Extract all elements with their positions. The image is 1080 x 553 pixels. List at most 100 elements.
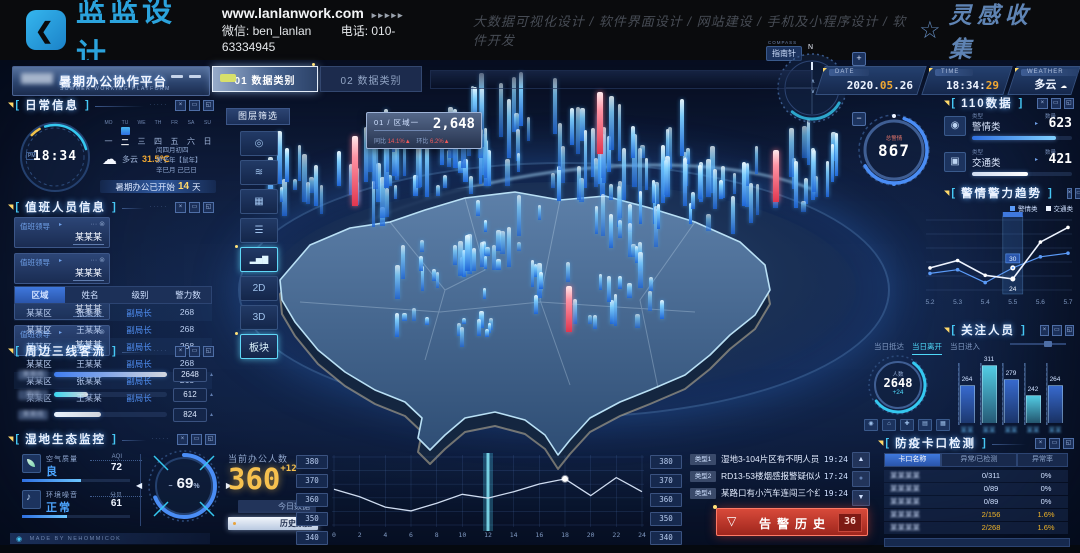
alert-row[interactable]: 类型4某路口有小汽车连闯三个红灯19:24	[690, 486, 848, 500]
close-icon[interactable]: ×	[1035, 438, 1046, 449]
layer-filter-toolbar: 图层筛选 ◎≋▦☰▂▅▇2D3D板块	[226, 108, 292, 359]
city-3d-map[interactable]	[240, 150, 820, 470]
gauge-left-arrow[interactable]: ◀	[136, 481, 142, 490]
minimize-icon[interactable]: ▭	[189, 202, 200, 213]
checkpoint-tab[interactable]: 异常/已检测	[941, 453, 1017, 467]
total-alarm-value: 867	[856, 141, 932, 160]
close-icon[interactable]: ×	[1040, 325, 1049, 336]
vehicle-icon: ▣	[944, 152, 966, 172]
checkpoint-row: 某某某某0/890%	[884, 483, 1068, 495]
alarm-history-button[interactable]: ▽ 告警历史 36	[716, 508, 868, 536]
air-progress	[22, 479, 130, 482]
panel-header: ◥[ 110数据 ] × ▭ ◱	[944, 96, 1074, 110]
panel-duty-staff: ◥[ 值班人员信息 ]····· × ▭ ◱ 值班领导▸ ··· ⊗某某某 值班…	[8, 200, 214, 342]
tab-data-category-1[interactable]: 01 数据类别	[212, 66, 318, 92]
visitor-gauge: 人数 2648 +24	[866, 353, 930, 417]
minimize-icon[interactable]: ▭	[1052, 325, 1061, 336]
website-link[interactable]: www.lanlanwork.com▸▸▸▸▸	[222, 4, 435, 23]
buildings-icon[interactable]: ▦	[240, 189, 278, 214]
camera-icon[interactable]: ◎	[240, 131, 278, 156]
scroll-down-icon[interactable]: ▼	[852, 490, 870, 506]
expand-icon[interactable]: ◱	[205, 434, 216, 445]
chart-slider[interactable]	[1010, 343, 1066, 345]
scroll-up-icon[interactable]: ▲	[852, 452, 870, 468]
minimize-icon[interactable]: ▭	[191, 434, 202, 445]
minimize-icon[interactable]: ▭	[189, 346, 200, 357]
minimize-icon[interactable]: ▭	[189, 100, 200, 111]
mode-2d[interactable]: 2D	[240, 276, 278, 301]
expand-icon[interactable]: ◱	[203, 100, 214, 111]
panel-focus-persons: ◥[ 关注人员 ] × ▭ ◱ 当日抵达当日离开当日进入 人数 2648 +24…	[852, 323, 1074, 435]
checkpoint-tab[interactable]: 卡口名称	[884, 453, 941, 467]
trend-line-chart: 30 245.25.35.45.55.65.7	[920, 212, 1075, 316]
scroll-dot-icon[interactable]: ●	[852, 471, 870, 487]
flow-row: 某某线 2648▴	[18, 368, 213, 381]
checkpoint-tab[interactable]: 异常率	[1017, 453, 1068, 467]
person-icon[interactable]: ◉	[864, 419, 878, 431]
inspiration-collect[interactable]: ☆ 灵感收集	[919, 0, 1052, 64]
close-icon[interactable]: ×	[1067, 188, 1073, 199]
signal-icon[interactable]: ≋	[240, 160, 278, 185]
platform-title-block: 暑期办公协作平台 SUMMER WORKING PLATFORM	[12, 66, 210, 96]
bag-icon[interactable]: ✚	[900, 419, 914, 431]
duty-leader-card[interactable]: 值班领导▸ ··· ⊗某某某	[14, 253, 110, 284]
table-scrollbar[interactable]	[884, 538, 1070, 547]
lunar-calendar: 闰四月初四庚子年【鼠年】辛巳月 己巳日	[156, 146, 202, 176]
panel-eco-monitor: ◥[ 湿地生态监控 ]····· × ▭ ◱ 空气质量 良 AQI 72 ♪ 环…	[8, 432, 216, 546]
panel-header: ◥[ 日常信息 ]····· × ▭ ◱	[8, 98, 214, 112]
mode-3d[interactable]: 3D	[240, 305, 278, 330]
phone-icon[interactable]: ▤	[918, 419, 932, 431]
blocks[interactable]: 板块	[240, 334, 278, 359]
noise-value: 正常	[46, 499, 72, 515]
expand-icon[interactable]: ◱	[203, 346, 214, 357]
panel-alarm-trend: ◥[ 警情警力趋势 ] × ▭ ◱ 警情类交通类 30 245.25.35.45…	[920, 186, 1075, 318]
visitor-delta: +24	[866, 389, 930, 396]
close-icon[interactable]: ×	[1037, 98, 1047, 109]
focus-bar: 311某某	[982, 365, 997, 423]
air-quality-value: 良	[46, 463, 59, 479]
panel-title: 周边三线客流	[25, 343, 106, 359]
close-icon[interactable]: ×	[175, 346, 186, 357]
close-icon[interactable]: ×	[175, 202, 186, 213]
weekday: MO一	[102, 120, 115, 148]
weekday: TH四	[152, 120, 165, 148]
expand-icon[interactable]: ◱	[203, 202, 214, 213]
eco-gauge: − 69% ◀ ▶	[146, 448, 222, 524]
car-icon[interactable]: ⌂	[882, 419, 896, 431]
close-icon[interactable]: ×	[175, 100, 186, 111]
warning-icon: ▽	[727, 514, 736, 528]
expand-icon[interactable]: ◱	[1065, 325, 1074, 336]
zoom-in-button[interactable]: +	[852, 52, 866, 66]
duty-leader-card[interactable]: 值班领导▸ ··· ⊗某某某	[14, 217, 110, 248]
alert-row[interactable]: 类型2RD13-53楼烟感报警疑似火灾17:24	[690, 469, 848, 483]
noise-progress	[22, 515, 130, 518]
panel-title: 防疫卡口检测	[895, 435, 976, 451]
expand-icon[interactable]: ◱	[1063, 438, 1074, 449]
close-icon[interactable]: ×	[177, 434, 188, 445]
panel-title: 日常信息	[25, 97, 79, 113]
checkpoint-row: 某某某某0/890%	[884, 496, 1068, 508]
y-tick: 360	[296, 493, 328, 507]
svg-text:5.4: 5.4	[981, 299, 990, 306]
panel-header: ◥[ 值班人员信息 ]····· × ▭ ◱	[8, 200, 214, 214]
alert-list: 类型1湿地3-104片区有不明人员闯入19:24 类型2RD13-53楼烟感报警…	[690, 452, 848, 503]
digital-clock: PM 18:34	[18, 120, 92, 194]
panel-header: ◥[ 防疫卡口检测 ] × ▭ ◱	[878, 436, 1074, 450]
building-icon[interactable]: ▦	[936, 419, 950, 431]
checkpoint-row: 某某某某0/3110%	[884, 470, 1068, 482]
expand-icon[interactable]: ◱	[1064, 98, 1074, 109]
weekday: WE三	[135, 120, 148, 148]
minimize-icon[interactable]: ▭	[1075, 188, 1080, 199]
minimize-icon[interactable]: ▭	[1049, 438, 1060, 449]
list-icon[interactable]: ☰	[240, 218, 278, 243]
minimize-icon[interactable]: ▭	[1051, 98, 1061, 109]
star-icon: ☆	[919, 16, 941, 45]
checkpoint-row: 某某某某2/1561.6%	[884, 509, 1068, 521]
tab-data-category-2[interactable]: 02 数据类别	[320, 66, 422, 92]
bar-chart-icon[interactable]: ▂▅▇	[240, 247, 278, 272]
total-alarm-gauge: 总警情 867	[856, 112, 932, 182]
panel-header: ◥[ 周边三线客流 ]····· × ▭ ◱	[8, 344, 214, 358]
speaker-icon: ♪	[22, 490, 41, 509]
badge-icon: ◉	[944, 116, 966, 136]
alert-row[interactable]: 类型1湿地3-104片区有不明人员闯入19:24	[690, 452, 848, 466]
